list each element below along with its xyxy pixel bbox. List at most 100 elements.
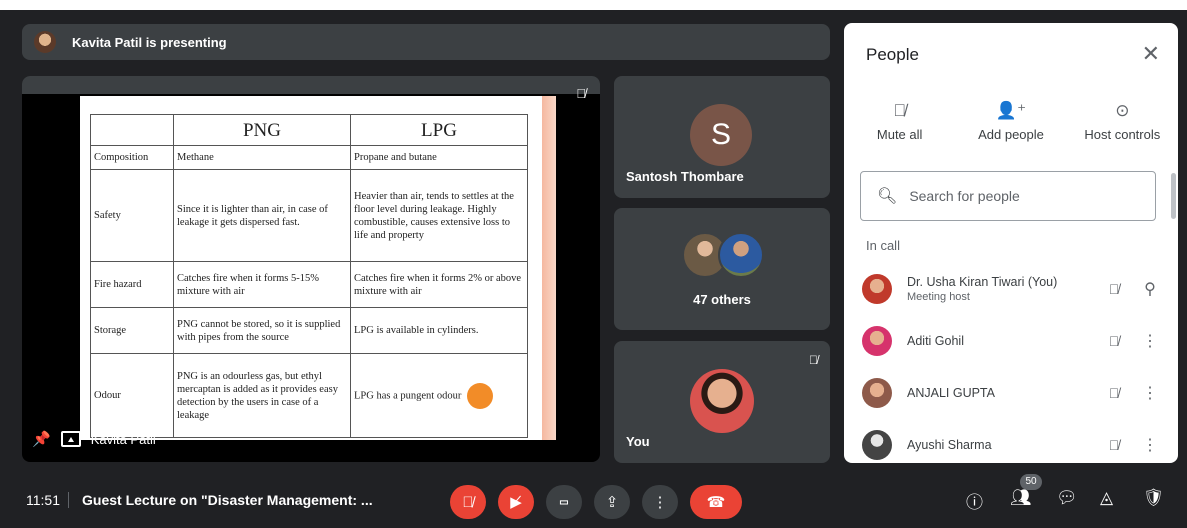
present-icon: ⇪	[605, 494, 619, 511]
host-actions: 🎙̸ Mute all 👤⁺ Add people ⊙ Host control…	[844, 101, 1178, 142]
table-cell: Safety	[90, 169, 174, 262]
participant-name: Aditi Gohil	[907, 334, 964, 348]
table-cell: Composition	[90, 145, 174, 170]
comparison-table: PNG LPG Composition Methane Propane and …	[90, 114, 528, 438]
tile-top-strip	[22, 76, 600, 94]
add-person-icon: 👤⁺	[995, 101, 1027, 120]
meeting-title: Guest Lecture on "Disaster Management: .…	[82, 492, 373, 508]
more-options-icon[interactable]: ⋮	[1132, 435, 1168, 455]
captions-button[interactable]: ▭	[546, 485, 582, 519]
table-cell: Catches fire when it forms 5-15% mixture…	[173, 261, 351, 308]
list-item[interactable]: Dr. Usha Kiran Tiwari (You) Meeting host…	[844, 263, 1178, 315]
host-controls-button[interactable]: ⊙ Host controls	[1067, 101, 1178, 142]
add-people-button[interactable]: 👤⁺ Add people	[955, 101, 1066, 142]
list-item[interactable]: ANJALI GUPTA 🎙̸ ⋮	[844, 367, 1178, 419]
list-item[interactable]: Ayushi Sharma 🎙̸ ⋮	[844, 419, 1178, 463]
present-button[interactable]: ⇪	[594, 485, 630, 519]
table-cell: Since it is lighter than air, in case of…	[173, 169, 351, 262]
participant-role: Meeting host	[907, 291, 970, 303]
participant-name: Santosh Thombare	[626, 169, 744, 184]
mic-toggle-button[interactable]: 🎙̸	[450, 485, 486, 519]
participant-tile-others[interactable]: 47 others	[614, 208, 830, 330]
people-panel: People ✕ 🎙̸ Mute all 👤⁺ Add people ⊙ Hos…	[844, 23, 1178, 463]
more-options-icon[interactable]: ⋮	[1132, 383, 1168, 403]
mic-off-icon[interactable]: 🎙̸	[1096, 281, 1132, 297]
activities-icon[interactable]: ◬	[1100, 488, 1113, 508]
mic-off-icon: 🎙̸	[893, 101, 907, 120]
participant-tile-santosh[interactable]: S Santosh Thombare	[614, 76, 830, 198]
more-options-icon: ⋮	[652, 494, 668, 511]
camera-toggle-button[interactable]: ▶̸	[498, 485, 534, 519]
info-icon[interactable]: ⓘ	[966, 488, 983, 513]
presentation-tile[interactable]: PNG LPG Composition Methane Propane and …	[22, 76, 600, 462]
slide-border-decoration	[542, 96, 556, 440]
presenting-banner: Kavita Patil is presenting	[22, 24, 830, 60]
table-row: Safety Since it is lighter than air, in …	[90, 169, 528, 262]
mic-off-icon[interactable]: 🎙̸	[1096, 385, 1132, 401]
table-cell: Methane	[173, 145, 351, 170]
mic-off-icon[interactable]: 🎙̸	[1096, 437, 1132, 453]
table-cell: LPG has a pungent odour	[350, 353, 528, 438]
participant-name: You	[626, 434, 650, 449]
table-cell: PNG is an odourless gas, but ethyl merca…	[173, 353, 351, 438]
scrollbar[interactable]	[1171, 173, 1176, 219]
pin-icon[interactable]: 📌	[32, 430, 51, 448]
mic-off-icon: 🎙̸	[809, 353, 818, 367]
avatar	[862, 430, 892, 460]
table-cell: Fire hazard	[90, 261, 174, 308]
participant-tile-you[interactable]: 🎙̸ You	[614, 341, 830, 463]
table-row: Storage PNG cannot be stored, so it is s…	[90, 307, 528, 354]
pin-icon[interactable]: ⚲	[1132, 279, 1168, 299]
captions-icon: ▭	[559, 496, 569, 508]
in-call-heading: In call	[866, 238, 900, 253]
avatar-stack	[682, 232, 764, 278]
avatar	[862, 274, 892, 304]
mute-all-button[interactable]: 🎙̸ Mute all	[844, 101, 955, 142]
pointer-dot	[467, 382, 494, 409]
people-icon[interactable]: 👥︎	[1010, 488, 1032, 508]
host-controls-icon[interactable]: 🛡︎	[1143, 488, 1165, 508]
panel-title: People	[866, 45, 919, 64]
table-row: Composition Methane Propane and butane	[90, 145, 528, 170]
avatar	[862, 378, 892, 408]
slide: PNG LPG Composition Methane Propane and …	[80, 96, 542, 440]
avatar: S	[690, 104, 752, 166]
table-cell: LPG is available in cylinders.	[350, 307, 528, 354]
tile-controls: 📌 Kavita Patil	[32, 430, 156, 448]
hang-up-icon: ☎	[706, 494, 726, 511]
more-options-button[interactable]: ⋮	[642, 485, 678, 519]
leave-call-button[interactable]: ☎	[690, 485, 742, 519]
participant-list: Dr. Usha Kiran Tiwari (You) Meeting host…	[844, 263, 1178, 463]
action-label: Add people	[978, 127, 1044, 142]
table-header-cell: LPG	[350, 114, 528, 146]
table-cell: PNG cannot be stored, so it is supplied …	[173, 307, 351, 354]
table-header-cell: PNG	[173, 114, 351, 146]
present-icon	[60, 431, 81, 447]
search-placeholder: Search for people	[909, 188, 1020, 204]
participant-name: Ayushi Sharma	[907, 438, 992, 452]
others-count-label: 47 others	[693, 292, 751, 307]
table-cell: Propane and butane	[350, 145, 528, 170]
bottom-toolbar: 11:51 Guest Lecture on "Disaster Managem…	[0, 470, 1187, 528]
participant-count-badge: 50	[1020, 474, 1042, 490]
divider	[68, 492, 69, 508]
mic-off-icon: 🎙̸	[576, 86, 586, 101]
avatar	[690, 369, 754, 433]
table-cell: Storage	[90, 307, 174, 354]
close-icon[interactable]: ✕	[1142, 41, 1160, 67]
more-options-icon[interactable]: ⋮	[1132, 331, 1168, 351]
chat-icon[interactable]: 💬︎	[1056, 488, 1078, 508]
avatar	[718, 232, 764, 278]
table-header-cell	[90, 114, 174, 146]
mic-off-icon[interactable]: 🎙̸	[1096, 333, 1132, 349]
avatar	[862, 326, 892, 356]
participant-name: Dr. Usha Kiran Tiwari (You)	[907, 275, 1058, 289]
presenter-name: Kavita Patil	[90, 431, 156, 447]
clock: 11:51	[26, 492, 60, 508]
table-row: Fire hazard Catches fire when it forms 5…	[90, 261, 528, 308]
window-top-edge	[0, 0, 1187, 10]
table-cell-text: LPG has a pungent odour	[354, 389, 462, 401]
search-field[interactable]: 🔍︎ Search for people	[860, 171, 1156, 221]
list-item[interactable]: Aditi Gohil 🎙̸ ⋮	[844, 315, 1178, 367]
action-label: Host controls	[1084, 127, 1161, 142]
